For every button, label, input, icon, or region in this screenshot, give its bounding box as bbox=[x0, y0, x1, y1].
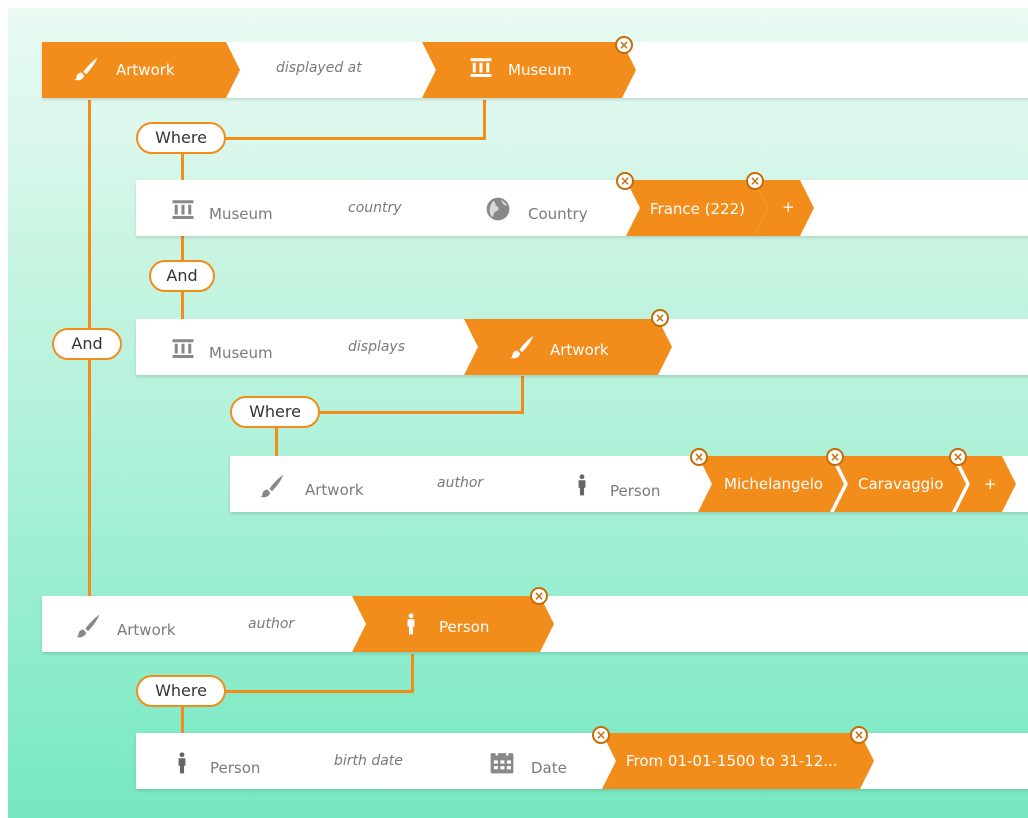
remove-country-close-icon[interactable]: × bbox=[616, 172, 634, 190]
object-label: Date bbox=[531, 759, 567, 777]
remove-person-close-icon[interactable]: × bbox=[690, 448, 708, 466]
remove-value-close-icon[interactable]: × bbox=[850, 726, 868, 744]
remove-value-close-icon[interactable]: × bbox=[826, 448, 844, 466]
object-label: Person bbox=[439, 618, 490, 636]
museum-icon bbox=[170, 198, 196, 222]
and-connector[interactable]: And bbox=[149, 260, 215, 292]
subject-label: Artwork bbox=[305, 481, 364, 499]
paintbrush-icon bbox=[72, 55, 100, 83]
globe-icon bbox=[485, 196, 511, 222]
and-connector[interactable]: And bbox=[52, 328, 122, 360]
predicate-label[interactable]: displayed at bbox=[276, 60, 362, 76]
object-label: Person bbox=[610, 482, 661, 500]
object-chip-museum[interactable]: Museum bbox=[422, 42, 636, 98]
subject-label: Artwork bbox=[116, 61, 175, 79]
object-label: Country bbox=[528, 205, 588, 223]
calendar-icon bbox=[489, 749, 515, 775]
criteria-row-person-birth-date: Person birth date Date From 01-01-1500 t… bbox=[136, 733, 1028, 789]
value-label: Caravaggio bbox=[858, 475, 944, 493]
predicate-label[interactable]: birth date bbox=[334, 753, 403, 769]
remove-person-close-icon[interactable]: × bbox=[530, 587, 548, 605]
connector-line bbox=[224, 137, 486, 140]
remove-date-close-icon[interactable]: × bbox=[592, 726, 610, 744]
remove-value-close-icon[interactable]: × bbox=[949, 448, 967, 466]
predicate-label[interactable]: author bbox=[437, 475, 483, 491]
add-label: + bbox=[984, 475, 997, 493]
paintbrush-icon bbox=[258, 472, 286, 500]
connector-line bbox=[224, 690, 414, 693]
where-connector[interactable]: Where bbox=[136, 675, 226, 707]
connector-line bbox=[483, 100, 486, 140]
value-label: France (222) bbox=[650, 200, 745, 218]
paintbrush-icon bbox=[508, 333, 536, 361]
value-chip-date-range[interactable]: From 01-01-1500 to 31-12... bbox=[602, 733, 874, 789]
where-connector[interactable]: Where bbox=[136, 122, 226, 154]
predicate-label[interactable]: country bbox=[348, 200, 402, 216]
remove-value-close-icon[interactable]: × bbox=[746, 172, 764, 190]
connector-line bbox=[521, 376, 524, 414]
criteria-row-museum-country: Museum country Country France (222) + bbox=[136, 180, 1028, 236]
remove-museum-close-icon[interactable]: × bbox=[615, 36, 633, 54]
predicate-label[interactable]: author bbox=[248, 616, 294, 632]
museum-icon bbox=[468, 56, 494, 80]
criteria-row-artwork-author: Artwork author Person Michelangelo Carav… bbox=[230, 456, 1028, 512]
person-icon bbox=[571, 472, 593, 498]
object-label: Museum bbox=[508, 61, 572, 79]
value-chip-michelangelo[interactable]: Michelangelo bbox=[698, 456, 844, 512]
connector-line bbox=[318, 411, 524, 414]
subject-chip-artwork[interactable]: Artwork bbox=[42, 42, 240, 98]
subject-label: Museum bbox=[209, 205, 273, 223]
subject-label: Artwork bbox=[117, 621, 176, 639]
subject-label: Museum bbox=[209, 344, 273, 362]
add-label: + bbox=[782, 198, 795, 216]
remove-artwork-close-icon[interactable]: × bbox=[651, 309, 669, 327]
object-chip-person[interactable]: Person bbox=[352, 596, 554, 652]
criteria-row-museum-displays: Museum displays Artwork bbox=[136, 319, 1028, 375]
where-connector[interactable]: Where bbox=[230, 396, 320, 428]
person-icon bbox=[400, 610, 422, 638]
value-label: From 01-01-1500 to 31-12... bbox=[626, 752, 838, 770]
person-icon bbox=[171, 749, 193, 777]
subject-label: Person bbox=[210, 759, 261, 777]
paintbrush-icon bbox=[74, 612, 102, 640]
query-builder-canvas: Artwork displayed at Museum × Where Muse… bbox=[8, 8, 1028, 818]
object-label: Artwork bbox=[550, 341, 609, 359]
predicate-label[interactable]: displays bbox=[348, 339, 405, 355]
value-chip-france[interactable]: France (222) bbox=[626, 180, 768, 236]
museum-icon bbox=[170, 337, 196, 361]
criteria-row-artwork-displayed-at: Artwork displayed at Museum bbox=[42, 42, 1028, 98]
value-chip-caravaggio[interactable]: Caravaggio bbox=[834, 456, 966, 512]
connector-line bbox=[411, 654, 414, 693]
object-chip-artwork[interactable]: Artwork bbox=[464, 319, 672, 375]
value-label: Michelangelo bbox=[724, 475, 824, 493]
